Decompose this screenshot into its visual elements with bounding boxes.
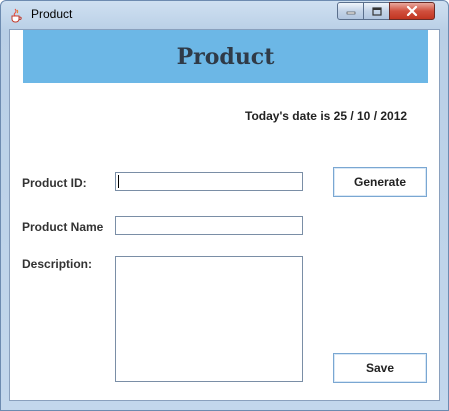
title-bar[interactable]: Product bbox=[1, 1, 448, 29]
maximize-icon bbox=[371, 6, 382, 16]
minimize-button[interactable] bbox=[337, 2, 364, 20]
product-id-label: Product ID: bbox=[22, 176, 87, 190]
close-icon bbox=[406, 6, 418, 16]
page-title: Product bbox=[176, 43, 275, 70]
description-textarea[interactable] bbox=[115, 256, 303, 382]
header-banner: Product bbox=[23, 30, 428, 83]
generate-button[interactable]: Generate bbox=[333, 167, 427, 197]
maximize-button[interactable] bbox=[363, 2, 390, 20]
text-caret bbox=[118, 175, 119, 188]
minimize-icon bbox=[346, 11, 355, 15]
date-label: Today's date is 25 / 10 / 2012 bbox=[245, 109, 408, 123]
window-title: Product bbox=[31, 7, 73, 21]
close-button[interactable] bbox=[389, 2, 435, 20]
product-name-label: Product Name bbox=[22, 220, 104, 234]
description-label: Description: bbox=[22, 257, 93, 271]
application-window: Product Product Today's date is 25 / 10 … bbox=[0, 0, 449, 411]
save-button[interactable]: Save bbox=[333, 353, 427, 383]
product-name-input[interactable] bbox=[115, 216, 303, 235]
content-panel: Product Today's date is 25 / 10 / 2012 P… bbox=[9, 29, 440, 401]
product-id-input[interactable] bbox=[115, 172, 303, 191]
java-cup-icon[interactable] bbox=[9, 7, 23, 23]
